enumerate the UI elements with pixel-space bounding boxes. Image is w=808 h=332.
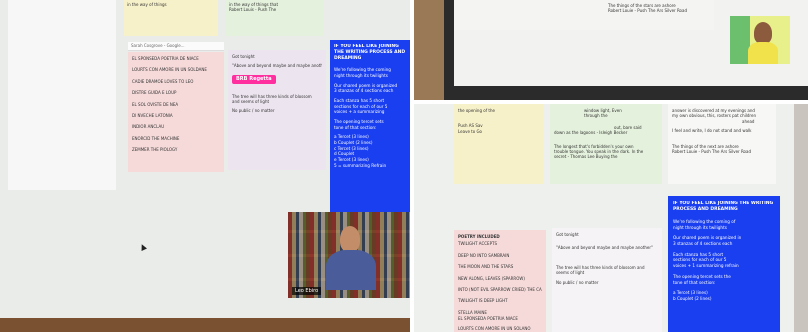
video-call-tile[interactable]: Leo Ebiro — [288, 212, 410, 298]
blue-line: night through its twilights — [673, 224, 727, 230]
green-card-line: Robert Louis - Push The — [229, 7, 277, 13]
green-sticky-card: The things of the stars are ashore Rober… — [454, 0, 714, 30]
white-card-line: I feel and write, I do not stand and wal… — [672, 128, 752, 134]
list-item: CADIE DRAMOE LOVES TO LEO — [132, 78, 194, 84]
list-item: DI NVECHE LATONIA — [132, 112, 173, 118]
list-item: STELLA MAINE — [458, 309, 487, 315]
list-item: EL SPONSEDA POETRIA DE NIACE — [132, 56, 199, 61]
lav-line: "Above and beyond maybe and maybe anothe… — [232, 63, 322, 69]
window-bg — [730, 16, 750, 64]
blue-line: voices + 1 summarizing refrain — [673, 263, 739, 269]
laptop-bezel — [0, 318, 410, 332]
list-item: THE MOON AND THE STARS — [458, 264, 514, 270]
white-page-area — [8, 0, 116, 190]
list-item: LOURTS CON AMORE IN UN SOLDANE — [132, 67, 207, 73]
participant-name: Leo Ebiro — [292, 287, 322, 295]
pink-list-card: EL SPONSEDA POETRIA DE NIACE LOURTS CON … — [128, 52, 224, 172]
lavender-text-card: Got tonight "Above and beyond maybe and … — [228, 50, 326, 170]
green-card-line: through the — [584, 113, 608, 119]
blue-line: tone of that section: — [673, 279, 716, 285]
list-item: ENORCID THE MACHINE — [132, 135, 180, 141]
green-card-line: down as the lagoons - Isleigh Becker — [554, 130, 628, 136]
lav-line: No public / no matter — [232, 108, 275, 114]
list-item: INTO (NOT EVIL SPARROW CRIED) THE CALL — [458, 286, 542, 292]
person-head — [340, 226, 360, 252]
lav-line: Got tonight — [556, 232, 579, 237]
yellow-sticky-card: the opening of the Push AS Sav Leave to … — [454, 104, 544, 184]
green-sticky-card: window light, Even through the out, bare… — [550, 104, 662, 184]
list-item: LOURTS CON AMORE IN UN SOLANO — [458, 325, 531, 331]
list-item: TWILIGHT ACCEPTS — [458, 241, 497, 247]
yellow-card-line: in the way of things — [127, 2, 167, 7]
highlighted-tag[interactable]: BRB Regetta — [232, 74, 276, 84]
blue-card-heading: IF YOU FEEL LIKE JOINING THE WRITING PRO… — [334, 44, 406, 62]
laptop-screen: in the way of things in the way of thing… — [0, 0, 410, 318]
blue-line: 3 stanzas of 4 sections each — [334, 88, 394, 94]
lav-line: Got tonight — [232, 54, 255, 59]
list-item: DEEP NO INTO SAMBRAIN — [458, 252, 510, 258]
lav-line: and seems of light — [232, 98, 270, 104]
person-body — [326, 250, 376, 290]
lav-line: No public / no matter — [556, 279, 599, 285]
person-head — [754, 22, 772, 44]
blue-line: night through its twilights — [334, 72, 388, 78]
white-card-line: Robert Louie - Push The Ars Silver Road — [672, 148, 751, 154]
lav-line: seems of light — [556, 270, 585, 276]
green-sticky-card: in the way of things that Robert Louis -… — [226, 0, 324, 36]
white-text-card: answer is discovered at my evenings and … — [668, 104, 776, 184]
blue-line: 5 = summarizing Refrain — [334, 162, 387, 168]
tablet-screen: the opening of the Push AS Sav Leave to … — [414, 104, 794, 332]
lav-line: "Above and beyond maybe and maybe anothe… — [556, 245, 653, 251]
blue-line: 3 stanzas of 4 sections each — [673, 241, 733, 247]
pink-card-heading: POETRY INCLUDED — [458, 234, 500, 239]
list-item: NEW ALONG, LEAVES (SPARROW) — [458, 275, 525, 281]
blue-line: voices + a summarizing — [334, 109, 385, 115]
list-item: TWILIGHT IS DEEP LIGHT — [458, 298, 508, 304]
blue-card-heading: IF YOU FEEL LIKE JOINING THE WRITING PRO… — [673, 201, 774, 213]
photo-collage: in the way of things in the way of thing… — [0, 0, 808, 332]
yellow-card-line: Leave to Go — [458, 128, 483, 134]
blue-instructions-card: IF YOU FEEL LIKE JOINING THE WRITING PRO… — [668, 196, 780, 332]
bottom-right-photo-panel: the opening of the Push AS Sav Leave to … — [414, 104, 808, 332]
blue-line: b Couplet (2 lines) — [673, 295, 712, 301]
tablet-edge — [794, 104, 808, 332]
blue-instructions-card: IF YOU FEEL LIKE JOINING THE WRITING PRO… — [330, 40, 410, 212]
lavender-text-card: Got tonight "Above and beyond maybe and … — [552, 228, 662, 332]
pink-list-card: POETRY INCLUDED TWILIGHT ACCEPTS DEEP NO… — [454, 230, 546, 332]
green-card-line: Robert Louie - Push The Ars Silver Road — [608, 8, 687, 14]
mouse-cursor-icon — [139, 243, 147, 251]
blue-line: tone of that section: — [334, 124, 377, 130]
video-call-tile-child[interactable] — [730, 16, 790, 64]
list-item: EL SPONSEDA POETRIA NIACE — [458, 316, 518, 322]
green-card-line: secret - Thomas Lee Buying the — [554, 154, 618, 160]
tablet-screen: The things of the stars are ashore Rober… — [454, 0, 808, 86]
list-item: EL SOL OVISTE DE NEA — [132, 101, 179, 107]
doc-toolbar-title: Sarah Cosgrove - Google... — [131, 43, 185, 48]
person-body — [748, 42, 778, 64]
top-right-photo-panel: The things of the stars are ashore Rober… — [414, 0, 808, 100]
white-card-line: ahead — [742, 118, 755, 124]
list-item: DISTRE GUIDA E LOUP — [132, 90, 177, 96]
left-photo-panel: in the way of things in the way of thing… — [0, 0, 410, 332]
yellow-card-line: the opening of the — [458, 108, 495, 113]
doc-toolbar[interactable]: Sarah Cosgrove - Google... — [128, 42, 224, 51]
list-item: INDIOR ANCLAU — [132, 124, 165, 130]
list-item: ZEMMER THE PIOLOGY — [132, 147, 178, 153]
yellow-sticky-card: in the way of things — [124, 0, 218, 36]
